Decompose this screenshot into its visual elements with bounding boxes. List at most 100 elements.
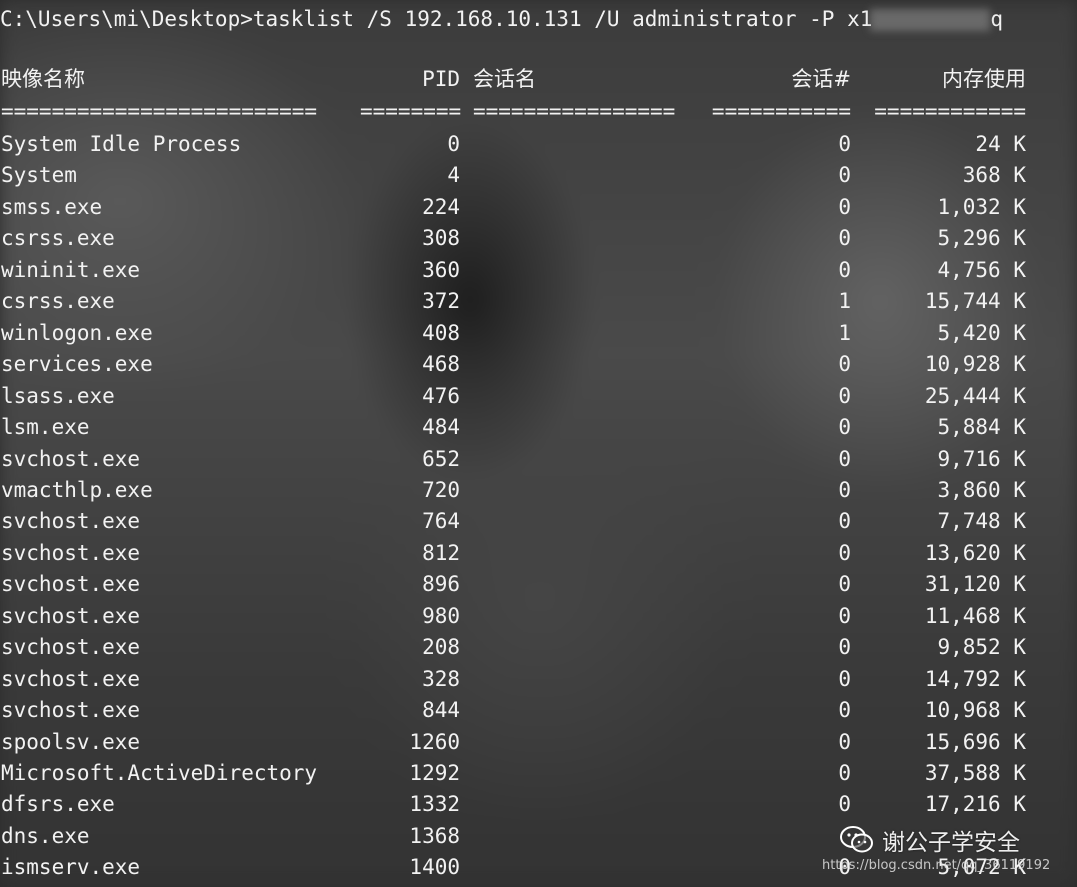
process-session-number: 0 — [838, 635, 851, 660]
process-session-number: 0 — [838, 729, 851, 754]
console-window[interactable]: C:\Users\mi\Desktop>tasklist /S 192.168.… — [0, 0, 1077, 887]
process-memory-usage: 31,120 K — [924, 572, 1026, 597]
table-row: csrss.exe 372 1 15,744 K — [0, 286, 1077, 317]
table-row: svchost.exe 896 0 31,120 K — [0, 569, 1077, 600]
wechat-icon — [840, 826, 873, 853]
table-row: svchost.exe 764 0 7,748 K — [0, 506, 1077, 537]
redacted-password — [870, 9, 991, 31]
header-session-name: 会话名 — [473, 67, 536, 91]
table-row: winlogon.exe 408 1 5,420 K — [0, 318, 1077, 349]
process-memory-usage: 7,748 K — [937, 509, 1026, 534]
process-session-number: 0 — [838, 477, 851, 502]
table-row: lsm.exe 484 0 5,884 K — [0, 412, 1077, 443]
process-session-number: 0 — [838, 761, 851, 785]
process-session-number: 0 — [838, 415, 851, 440]
process-image-name: svchost.exe — [1, 540, 141, 565]
process-session-number: 0 — [838, 509, 851, 534]
table-header: 映像名称 PID 会话名 会话# 内存使用 — [0, 64, 1077, 95]
process-pid: 1400 — [409, 855, 460, 880]
process-image-name: System — [1, 163, 77, 188]
table-row: System 4 0 368 K — [0, 160, 1077, 191]
process-session-number: 0 — [838, 352, 851, 377]
process-memory-usage: 368 K — [962, 163, 1026, 188]
process-session-number: 0 — [838, 383, 851, 408]
process-image-name: lsass.exe — [1, 383, 115, 408]
process-memory-usage: 5,884 K — [937, 415, 1026, 440]
process-pid: 652 — [422, 446, 460, 471]
process-image-name: svchost.exe — [1, 635, 141, 660]
process-pid: 0 — [447, 132, 460, 156]
process-session-number: 0 — [838, 132, 851, 156]
header-session-number: 会话# — [791, 67, 851, 91]
process-session-number: 1 — [838, 289, 851, 314]
process-memory-usage: 1,032 K — [937, 194, 1026, 219]
process-image-name: svchost.exe — [1, 698, 141, 723]
process-memory-usage: 9,716 K — [937, 446, 1026, 471]
process-pid: 224 — [422, 194, 460, 219]
table-row: smss.exe 224 0 1,032 K — [0, 192, 1077, 223]
process-pid: 4 — [447, 163, 460, 188]
process-pid: 896 — [422, 572, 460, 597]
process-pid: 484 — [422, 415, 460, 440]
process-pid: 468 — [422, 352, 460, 377]
process-session-number: 0 — [838, 603, 851, 628]
watermark-text: 谢公子学安全 — [882, 830, 1020, 856]
separator-image-name: ========================= — [1, 99, 318, 123]
table-row: svchost.exe 980 0 11,468 K — [0, 601, 1077, 632]
process-memory-usage: 10,928 K — [924, 352, 1026, 377]
process-pid: 476 — [422, 383, 460, 408]
separator-memory-usage: ============ — [874, 99, 1026, 123]
table-row: vmacthlp.exe 720 0 3,860 K — [0, 475, 1077, 506]
process-memory-usage: 37,588 K — [924, 761, 1026, 785]
process-image-name: ismserv.exe — [1, 855, 141, 880]
process-image-name: Microsoft.ActiveDirectory — [1, 761, 318, 785]
process-memory-usage: 11,468 K — [924, 603, 1026, 628]
process-pid: 372 — [422, 289, 460, 314]
process-pid: 980 — [422, 603, 460, 628]
process-session-number: 0 — [838, 572, 851, 597]
table-row: wininit.exe 360 0 4,756 K — [0, 255, 1077, 286]
table-row: svchost.exe 208 0 9,852 K — [0, 632, 1077, 663]
process-memory-usage: 25,444 K — [924, 383, 1026, 408]
process-pid: 208 — [422, 635, 460, 660]
process-pid: 360 — [422, 257, 460, 282]
process-image-name: vmacthlp.exe — [1, 477, 153, 502]
process-memory-usage: 15,696 K — [924, 729, 1026, 754]
process-pid: 764 — [422, 509, 460, 534]
process-pid: 308 — [422, 226, 460, 251]
process-pid: 720 — [422, 477, 460, 502]
separator-session-number: =========== — [711, 99, 851, 123]
watermark-url: https://blog.csdn.net/qq_36119192 — [822, 858, 1051, 873]
process-image-name: svchost.exe — [1, 603, 141, 628]
process-memory-usage: 4,756 K — [937, 257, 1026, 282]
process-pid: 1332 — [409, 792, 460, 817]
header-memory-usage: 内存使用 — [942, 67, 1026, 91]
process-memory-usage: 17,216 K — [924, 792, 1026, 817]
process-image-name: svchost.exe — [1, 666, 141, 691]
process-image-name: spoolsv.exe — [1, 729, 141, 754]
process-image-name: svchost.exe — [1, 446, 141, 471]
process-memory-usage: 9,852 K — [937, 635, 1026, 660]
process-image-name: lsm.exe — [1, 415, 90, 440]
table-row: svchost.exe 812 0 13,620 K — [0, 538, 1077, 569]
table-row: services.exe 468 0 10,928 K — [0, 349, 1077, 380]
process-pid: 328 — [422, 666, 460, 691]
process-memory-usage: 5,420 K — [937, 320, 1026, 345]
process-pid: 812 — [422, 540, 460, 565]
process-pid: 408 — [422, 320, 460, 345]
process-image-name: dfsrs.exe — [1, 792, 115, 817]
process-memory-usage: 13,620 K — [924, 540, 1026, 565]
watermark: 谢公子学安全 — [840, 822, 1020, 858]
table-row: spoolsv.exe 1260 0 15,696 K — [0, 727, 1077, 758]
process-session-number: 0 — [838, 540, 851, 565]
process-memory-usage: 5,296 K — [937, 226, 1026, 251]
command-line[interactable]: C:\Users\mi\Desktop>tasklist /S 192.168.… — [0, 2, 1003, 36]
table-row: System Idle Process 0 0 24 K — [0, 129, 1077, 160]
header-separator: ========================= ======== =====… — [0, 96, 1077, 127]
process-memory-usage: 10,968 K — [924, 698, 1026, 723]
table-row: svchost.exe 652 0 9,716 K — [0, 444, 1077, 475]
process-image-name: csrss.exe — [1, 226, 115, 251]
process-image-name: services.exe — [1, 352, 153, 377]
table-row: Microsoft.ActiveDirectory 1292 0 37,588 K — [0, 758, 1077, 789]
process-session-number: 0 — [838, 226, 851, 251]
